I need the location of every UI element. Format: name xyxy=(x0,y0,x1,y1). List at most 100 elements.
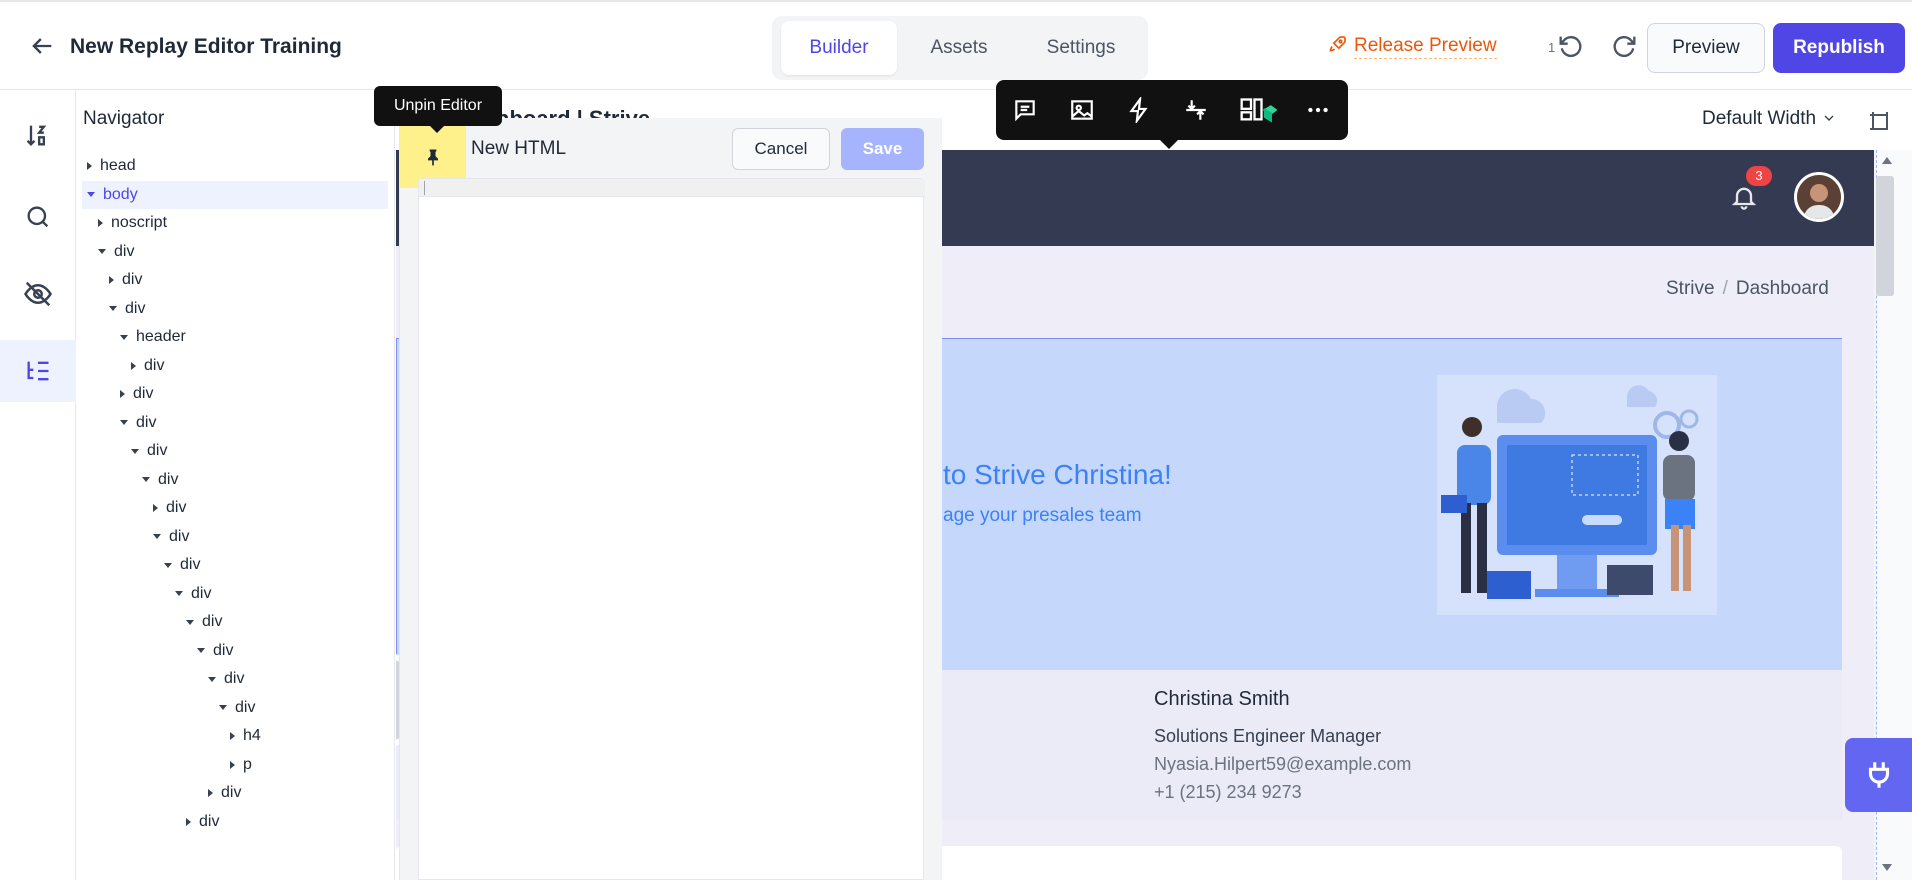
text-cursor xyxy=(424,181,425,195)
rail-search-button[interactable] xyxy=(0,186,76,248)
caret-right-icon[interactable] xyxy=(87,162,92,170)
caret-down-icon[interactable] xyxy=(131,448,139,454)
tree-node-div[interactable]: div xyxy=(82,808,388,836)
eye-off-icon xyxy=(24,281,52,307)
tab-assets[interactable]: Assets xyxy=(905,21,1013,75)
caret-down-icon[interactable] xyxy=(186,619,194,625)
caret-down-icon[interactable] xyxy=(175,591,183,596)
tree-node-div[interactable]: div xyxy=(82,665,388,693)
tree-node-label: div xyxy=(122,271,143,288)
integrations-button[interactable] xyxy=(1845,738,1912,812)
bell-icon[interactable] xyxy=(1730,182,1758,212)
caret-right-icon[interactable] xyxy=(120,390,125,398)
sort-icon xyxy=(26,125,47,146)
caret-down-icon[interactable] xyxy=(208,676,216,682)
back-arrow-icon[interactable] xyxy=(28,32,56,60)
tree-node-div[interactable]: div xyxy=(82,694,388,722)
rail-navigator-button[interactable] xyxy=(0,340,76,402)
caret-down-icon[interactable] xyxy=(142,477,150,482)
caret-right-icon[interactable] xyxy=(153,504,158,512)
more-button[interactable] xyxy=(1301,93,1335,127)
preview-button[interactable]: Preview xyxy=(1647,23,1765,73)
components-button[interactable] xyxy=(1236,93,1280,127)
tree-node-label: div xyxy=(158,470,179,488)
tree-node-div[interactable]: div xyxy=(82,409,388,437)
tree-node-div[interactable]: div xyxy=(82,637,388,665)
caret-right-icon[interactable] xyxy=(186,817,191,826)
caret-right-icon[interactable] xyxy=(230,732,235,740)
redo-icon[interactable] xyxy=(1611,32,1639,60)
tree-node-div[interactable]: div xyxy=(82,523,388,551)
rail-visibility-button[interactable] xyxy=(0,263,76,325)
image-icon xyxy=(1071,100,1093,120)
tree-node-div[interactable]: div xyxy=(82,551,388,579)
action-button[interactable] xyxy=(1122,93,1156,127)
swap-vertical-icon xyxy=(1186,100,1206,120)
caret-down-icon[interactable] xyxy=(98,249,106,254)
tree-node-h4[interactable]: h4 xyxy=(82,722,388,750)
save-button[interactable]: Save xyxy=(841,128,924,170)
caret-down-icon[interactable] xyxy=(164,562,172,568)
tree-node-div[interactable]: div xyxy=(82,836,388,842)
caret-right-icon[interactable] xyxy=(208,789,213,797)
tree-node-label: div xyxy=(166,499,187,516)
tree-node-div[interactable]: div xyxy=(82,238,388,266)
tree-node-div[interactable]: div xyxy=(82,266,388,294)
profile-email[interactable]: Nyasia.Hilpert59@example.com xyxy=(1154,754,1411,775)
tree-node-div[interactable]: div xyxy=(82,437,388,465)
tree-node-p[interactable]: p xyxy=(82,751,388,779)
html-code-input[interactable] xyxy=(418,178,925,880)
swap-button[interactable] xyxy=(1179,93,1213,127)
tab-builder[interactable]: Builder xyxy=(781,21,897,75)
republish-button[interactable]: Republish xyxy=(1773,23,1905,73)
caret-down-icon[interactable] xyxy=(219,705,227,710)
caret-down-icon[interactable] xyxy=(197,648,205,653)
tree-node-body[interactable]: body xyxy=(82,180,388,209)
unpin-editor-tooltip: Unpin Editor xyxy=(374,86,502,133)
code-first-line xyxy=(419,179,925,197)
html-editor-panel: New HTML Cancel Save xyxy=(399,118,942,880)
undo-icon[interactable] xyxy=(1556,32,1584,60)
breadcrumb-strive[interactable]: Strive xyxy=(1666,278,1715,299)
scroll-up-icon[interactable] xyxy=(1881,156,1893,166)
profile-phone: +1 (215) 234 9273 xyxy=(1154,782,1302,802)
default-width-select[interactable]: Default Width xyxy=(1702,108,1837,130)
frame-icon[interactable] xyxy=(1868,110,1892,134)
caret-right-icon[interactable] xyxy=(230,760,235,769)
rail-sort-button[interactable] xyxy=(0,104,76,166)
tab-settings[interactable]: Settings xyxy=(1022,21,1140,75)
tree-node-div[interactable]: div xyxy=(82,380,388,408)
caret-down-icon[interactable] xyxy=(109,306,117,311)
tree-node-div[interactable]: div xyxy=(82,494,388,522)
profile-name: Christina Smith xyxy=(1154,688,1290,710)
caret-down-icon[interactable] xyxy=(120,420,128,425)
scroll-down-icon[interactable] xyxy=(1881,862,1893,872)
caret-right-icon[interactable] xyxy=(109,276,114,284)
cancel-button[interactable]: Cancel xyxy=(732,128,830,170)
tree-node-label: body xyxy=(103,185,138,203)
caret-down-icon[interactable] xyxy=(120,334,128,340)
tree-node-div[interactable]: div xyxy=(82,352,388,380)
tree-node-header[interactable]: header xyxy=(82,323,388,351)
tree-node-div[interactable]: div xyxy=(82,466,388,494)
tree-node-noscript[interactable]: noscript xyxy=(82,209,388,237)
avatar[interactable] xyxy=(1794,172,1844,222)
caret-right-icon[interactable] xyxy=(131,361,136,370)
tree-node-label: head xyxy=(100,157,136,174)
tree-node-div[interactable]: div xyxy=(82,580,388,608)
mode-tabs: Builder Assets Settings xyxy=(772,16,1148,80)
tree-node-head[interactable]: head xyxy=(82,152,388,180)
caret-down-icon[interactable] xyxy=(87,192,95,197)
image-button[interactable] xyxy=(1065,93,1099,127)
caret-right-icon[interactable] xyxy=(98,219,103,227)
dom-tree: head body noscript div div div header div div div… xyxy=(82,152,388,842)
tree-node-div[interactable]: div xyxy=(82,295,388,323)
release-preview-link[interactable]: Release Preview xyxy=(1328,34,1497,59)
tree-node-label: div xyxy=(133,385,154,402)
tree-node-div[interactable]: div xyxy=(82,608,388,636)
scroll-thumb[interactable] xyxy=(1876,176,1894,296)
comment-button[interactable] xyxy=(1008,93,1042,127)
tree-node-div[interactable]: div xyxy=(82,779,388,807)
tree-node-label: div xyxy=(221,784,242,801)
caret-down-icon[interactable] xyxy=(153,534,161,539)
